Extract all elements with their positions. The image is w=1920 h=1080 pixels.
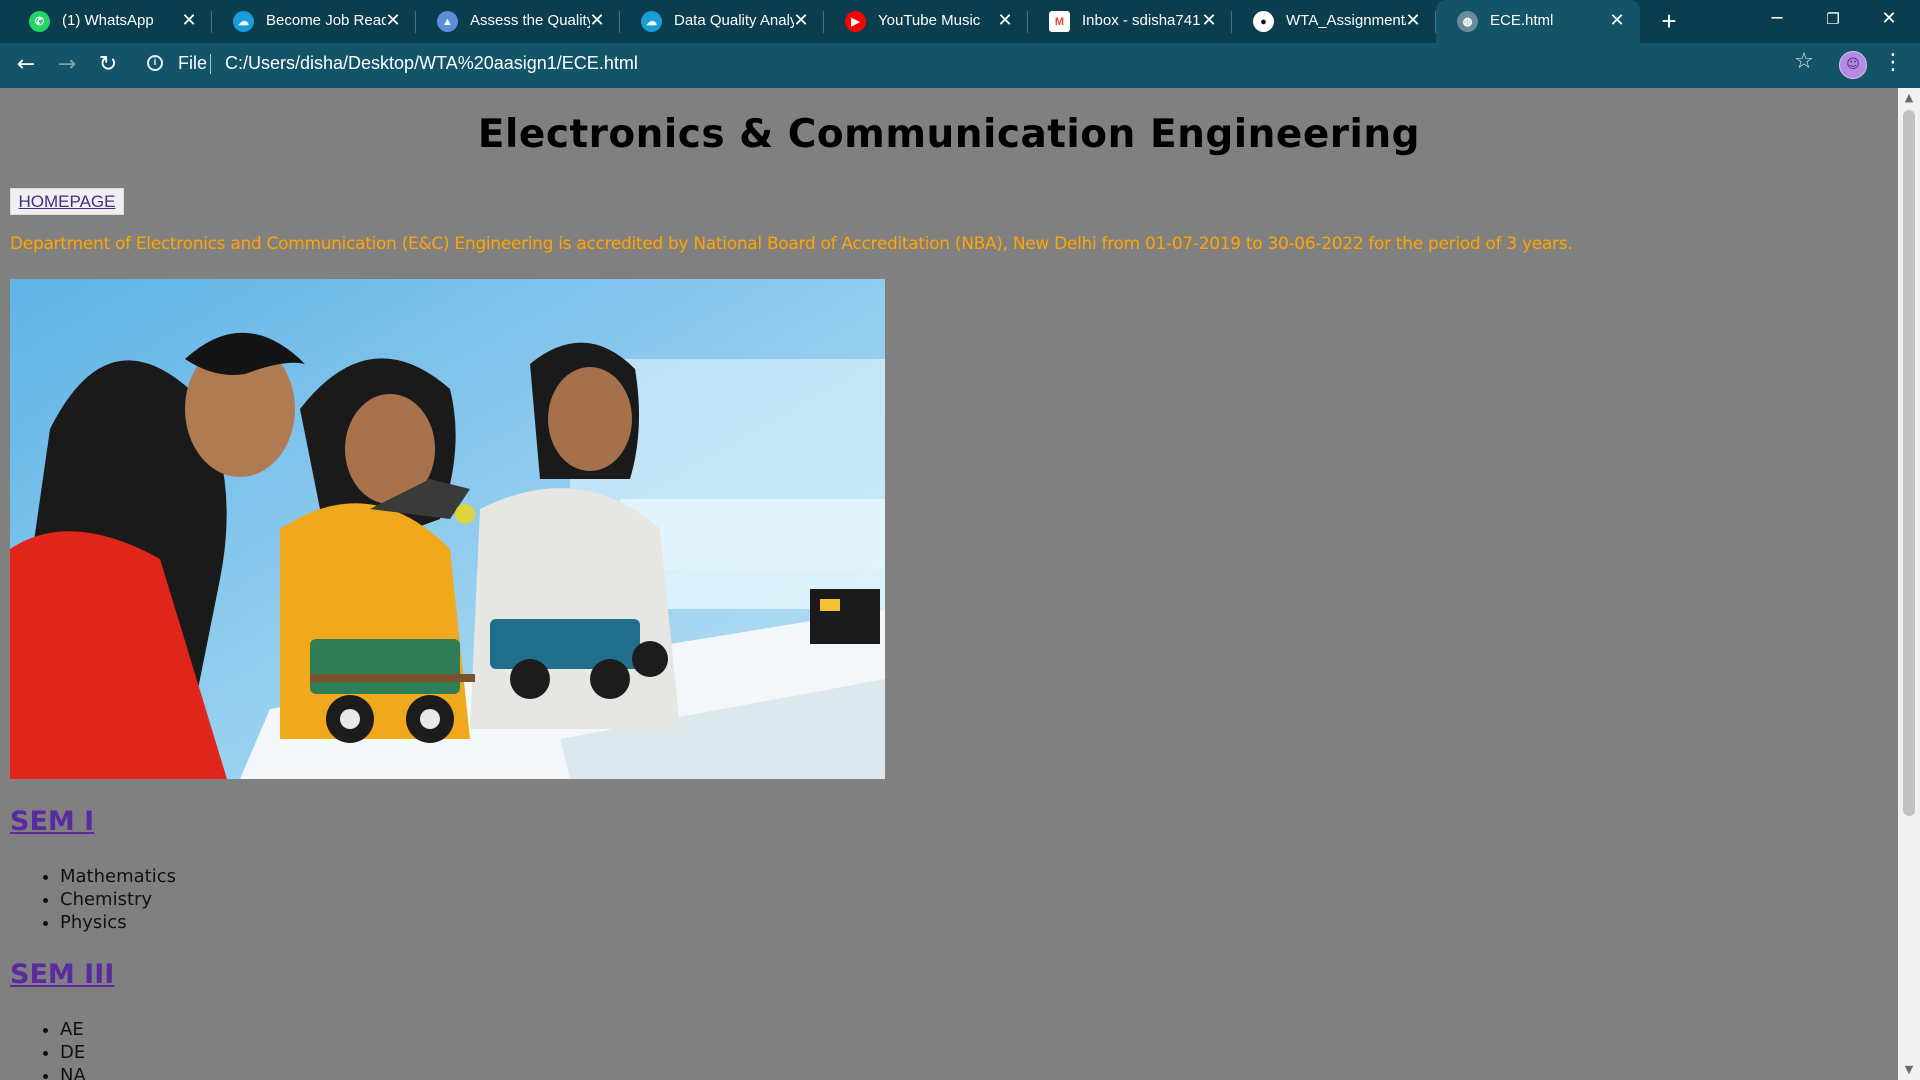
tab-whatsapp[interactable]: ✆ (1) WhatsApp ✕ <box>8 0 212 43</box>
close-icon[interactable]: ✕ <box>178 9 200 31</box>
tab-title: (1) WhatsApp <box>62 12 154 29</box>
reload-button[interactable]: ↻ <box>92 49 124 81</box>
sem-1-heading[interactable]: SEM I <box>10 806 94 837</box>
close-window-button[interactable]: ✕ <box>1861 0 1917 40</box>
subject-item: AE <box>60 1018 86 1041</box>
forward-button[interactable]: → <box>51 49 83 81</box>
drive-icon: ▲ <box>437 11 458 32</box>
site-info-icon[interactable]: i <box>147 55 163 71</box>
close-icon[interactable]: ✕ <box>1606 9 1628 31</box>
close-icon[interactable]: ✕ <box>994 9 1016 31</box>
accreditation-text: Department of Electronics and Communicat… <box>10 234 1573 254</box>
tab-become-job-ready[interactable]: ☁ Become Job Ready ✕ <box>212 0 416 43</box>
scroll-down-arrow-icon[interactable]: ▼ <box>1898 1060 1920 1080</box>
restore-button[interactable]: ❐ <box>1805 0 1861 40</box>
cloud-icon: ☁ <box>641 11 662 32</box>
tab-data-quality[interactable]: ☁ Data Quality Analy ✕ <box>620 0 824 43</box>
subject-item: DE <box>60 1041 86 1064</box>
gmail-icon: M <box>1049 11 1070 32</box>
sem-1-subject-list: Mathematics Chemistry Physics <box>10 865 176 934</box>
tab-title: ECE.html <box>1490 12 1554 29</box>
lab-photo-illustration <box>10 279 885 779</box>
address-bar[interactable]: C:/Users/disha/Desktop/WTA%20aasign1/ECE… <box>225 53 638 74</box>
tab-youtube-music[interactable]: ▶ YouTube Music ✕ <box>824 0 1028 43</box>
lab-photo <box>10 279 885 779</box>
whatsapp-icon: ✆ <box>29 11 50 32</box>
scrollbar-thumb[interactable] <box>1903 110 1915 816</box>
tab-title: Become Job Ready <box>266 12 386 29</box>
tab-gmail-inbox[interactable]: M Inbox - sdisha741 ✕ <box>1028 0 1232 43</box>
tab-ece-html[interactable]: ◍ ECE.html ✕ <box>1436 0 1640 43</box>
youtube-music-icon: ▶ <box>845 11 866 32</box>
new-tab-button[interactable]: + <box>1655 8 1683 36</box>
url-scheme-label[interactable]: File <box>178 53 207 74</box>
close-icon[interactable]: ✕ <box>790 9 812 31</box>
tab-title: Assess the Quality <box>470 12 590 29</box>
subject-item: Physics <box>60 911 176 934</box>
close-icon[interactable]: ✕ <box>586 9 608 31</box>
tab-title: Data Quality Analy <box>674 12 794 29</box>
close-icon[interactable]: ✕ <box>382 9 404 31</box>
tab-strip: ✆ (1) WhatsApp ✕ ☁ Become Job Ready ✕ ▲ … <box>0 0 1920 43</box>
subject-item: NA <box>60 1064 86 1080</box>
profile-avatar[interactable]: ☺ <box>1839 51 1867 79</box>
scroll-up-arrow-icon[interactable]: ▲ <box>1898 88 1920 108</box>
vertical-scrollbar[interactable]: ▲ ▼ <box>1898 88 1920 1080</box>
tab-assess-quality[interactable]: ▲ Assess the Quality ✕ <box>416 0 620 43</box>
globe-icon: ◍ <box>1457 11 1478 32</box>
tab-title: WTA_Assignment/ <box>1286 12 1406 29</box>
subject-item: Mathematics <box>60 865 176 888</box>
close-icon[interactable]: ✕ <box>1198 9 1220 31</box>
minimize-button[interactable]: ─ <box>1749 0 1805 40</box>
close-icon[interactable]: ✕ <box>1402 9 1424 31</box>
subject-item: Chemistry <box>60 888 176 911</box>
browser-menu-icon[interactable]: ⋮ <box>1882 50 1904 76</box>
tab-github[interactable]: ● WTA_Assignment/ ✕ <box>1232 0 1436 43</box>
cloud-icon: ☁ <box>233 11 254 32</box>
page-viewport: Electronics & Communication Engineering … <box>0 88 1898 1080</box>
github-icon: ● <box>1253 11 1274 32</box>
page-title: Electronics & Communication Engineering <box>477 112 1421 157</box>
sem-3-heading[interactable]: SEM III <box>10 959 114 990</box>
address-separator <box>210 54 211 74</box>
bookmark-star-icon[interactable]: ☆ <box>1792 50 1816 74</box>
back-button[interactable]: ← <box>10 49 42 81</box>
sem-3-subject-list: AE DE NA <box>10 1018 86 1080</box>
tab-title: YouTube Music <box>878 12 981 29</box>
homepage-link[interactable]: HOMEPAGE <box>10 188 124 215</box>
tab-title: Inbox - sdisha741 <box>1082 12 1201 29</box>
